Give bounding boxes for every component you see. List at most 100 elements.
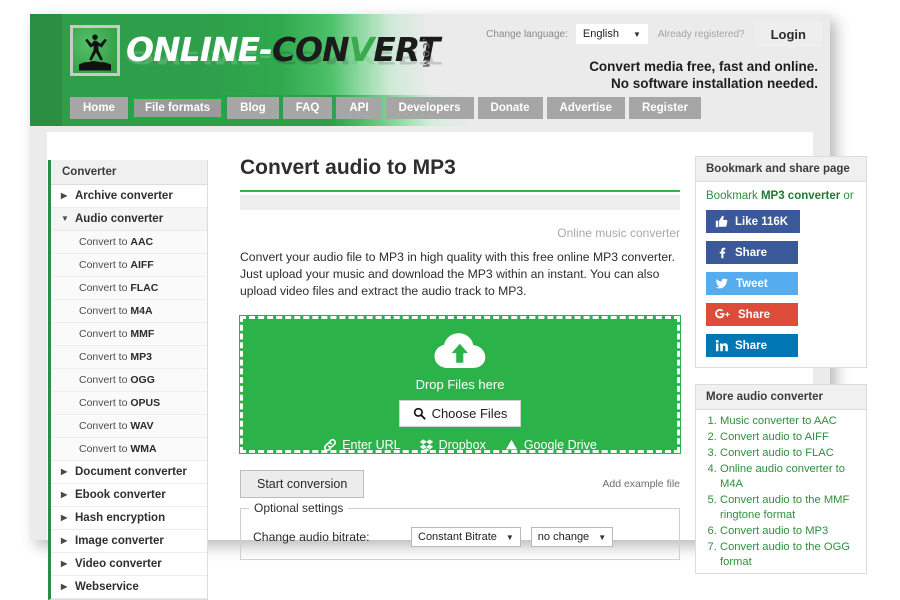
share-sidebar: Bookmark and share page Bookmark MP3 con… <box>695 156 867 574</box>
bitrate-label: Change audio bitrate: <box>253 530 370 544</box>
bookmark-suffix: or <box>840 190 854 202</box>
sidebar-item-format: MP3 <box>130 351 152 363</box>
language-select[interactable]: English ▼ <box>575 24 648 44</box>
social-button-label: Tweet <box>736 277 768 290</box>
sidebar-group-audio-converter[interactable]: ▼ Audio converter <box>51 208 207 231</box>
sidebar-group-ebook-converter[interactable]: ▶ Ebook converter <box>51 484 207 507</box>
start-conversion-row: Start conversion Add example file <box>240 470 680 498</box>
enter-url-label: Enter URL <box>342 438 401 452</box>
social-button-google-plus[interactable]: Share <box>706 303 798 326</box>
social-button-twitter[interactable]: Tweet <box>706 272 798 295</box>
social-button-thumbs-up[interactable]: Like 116K <box>706 210 801 233</box>
chevron-right-icon: ▶ <box>61 490 68 499</box>
sidebar-item-format: AIFF <box>130 259 154 271</box>
more-converter-link[interactable]: Convert audio to MP3 <box>720 524 866 539</box>
header-tagline: Convert media free, fast and online. No … <box>589 58 818 92</box>
more-converter-link[interactable]: Online audio converter to M4A <box>720 462 866 492</box>
sidebar-item-convert-to-aac[interactable]: Convert to AAC <box>51 231 207 254</box>
header-left-accent <box>30 14 62 95</box>
login-button[interactable]: Login <box>754 21 822 47</box>
more-converter-link[interactable]: Convert audio to AIFF <box>720 430 866 445</box>
logo-reflection-v: V <box>348 47 374 69</box>
choose-files-button[interactable]: Choose Files <box>398 400 522 427</box>
sidebar-item-convert-to-ogg[interactable]: Convert to OGG <box>51 369 207 392</box>
chevron-right-icon: ▶ <box>61 559 68 568</box>
sidebar-item-format: OGG <box>130 374 155 386</box>
sidebar-item-prefix: Convert to <box>79 305 131 317</box>
sidebar-item-format: OPUS <box>130 397 161 409</box>
cloud-upload-icon <box>243 332 677 375</box>
sidebar-item-prefix: Convert to <box>79 397 131 409</box>
nav-item-faq[interactable]: FAQ <box>282 97 333 119</box>
sidebar-group-video-converter[interactable]: ▶ Video converter <box>51 553 207 576</box>
sidebar-group-hash-encryption[interactable]: ▶ Hash encryption <box>51 507 207 530</box>
more-converter-link[interactable]: Convert audio to the MMF ringtone format <box>720 493 866 523</box>
more-converter-link[interactable]: Convert audio to the OGG format <box>720 540 866 570</box>
google-drive-icon <box>505 439 517 450</box>
nav-item-register[interactable]: Register <box>628 97 701 119</box>
chevron-right-icon: ▶ <box>61 467 68 476</box>
tagline-line-1: Convert media free, fast and online. <box>589 59 818 74</box>
social-button-label: Like 116K <box>735 215 789 228</box>
nav-item-file-formats[interactable]: File formats <box>131 97 224 119</box>
more-audio-converter-list: Music converter to AACConvert audio to A… <box>696 410 866 573</box>
already-registered-label: Already registered? <box>657 28 745 40</box>
page-subnote: Online music converter <box>557 226 680 240</box>
nav-item-advertise[interactable]: Advertise <box>546 97 625 119</box>
header-utility-row: Change language: English ▼ Already regis… <box>486 21 822 47</box>
main-content: Convert audio to MP3 Online music conver… <box>239 156 681 560</box>
nav-item-donate[interactable]: Donate <box>477 97 543 119</box>
logo-reflection-con: CON <box>271 47 349 69</box>
thumbs-up-icon <box>715 215 728 228</box>
sidebar-item-convert-to-mmf[interactable]: Convert to MMF <box>51 323 207 346</box>
sidebar-group-list: ▶ Archive converter ▼ Audio converter Conver… <box>51 185 207 599</box>
nav-item-home[interactable]: Home <box>70 97 128 119</box>
nav-item-blog[interactable]: Blog <box>227 97 279 119</box>
google-drive-link[interactable]: Google Drive <box>504 438 597 452</box>
more-converter-link[interactable]: Music converter to AAC <box>720 414 866 429</box>
nav-item-developers[interactable]: Developers <box>385 97 474 119</box>
sidebar-group-document-converter[interactable]: ▶ Document converter <box>51 461 207 484</box>
enter-url-link[interactable]: Enter URL <box>323 438 401 452</box>
sidebar-item-convert-to-opus[interactable]: Convert to OPUS <box>51 392 207 415</box>
chevron-right-icon: ▶ <box>61 582 68 591</box>
converter-sidebar: Converter ▶ Archive converter ▼ Audio conve… <box>48 160 208 600</box>
sidebar-group-label: Video converter <box>75 558 162 570</box>
sidebar-item-convert-to-wav[interactable]: Convert to WAV <box>51 415 207 438</box>
file-dropzone[interactable]: Drop Files here Choose Files Enter URL D… <box>239 315 681 454</box>
logo-reflection-ert: ERT <box>373 47 440 69</box>
sidebar-item-convert-to-mp3[interactable]: Convert to MP3 <box>51 346 207 369</box>
social-button-linkedin[interactable]: Share <box>706 334 798 357</box>
page-description: Convert your audio file to MP3 in high q… <box>240 250 675 298</box>
bitrate-mode-select[interactable]: Constant Bitrate ▼ <box>411 527 521 547</box>
sidebar-group-webservice[interactable]: ▶ Webservice <box>51 576 207 599</box>
sidebar-item-convert-to-wma[interactable]: Convert to WMA <box>51 438 207 461</box>
more-converter-link[interactable]: Convert audio to FLAC <box>720 446 866 461</box>
start-conversion-button[interactable]: Start conversion <box>240 470 365 498</box>
sidebar-item-convert-to-flac[interactable]: Convert to FLAC <box>51 277 207 300</box>
linkedin-icon <box>715 339 728 352</box>
social-button-label: Share <box>735 339 767 352</box>
dropbox-link[interactable]: Dropbox <box>419 438 486 452</box>
bookmark-target[interactable]: MP3 converter <box>761 190 840 202</box>
choose-files-label: Choose Files <box>431 406 508 421</box>
sidebar-item-convert-to-aiff[interactable]: Convert to AIFF <box>51 254 207 277</box>
nav-item-api[interactable]: API <box>336 97 382 119</box>
sidebar-item-format: M4A <box>130 305 153 317</box>
search-icon <box>413 407 426 420</box>
sidebar-item-prefix: Convert to <box>79 351 131 363</box>
add-example-file-link[interactable]: Add example file <box>602 478 680 490</box>
sidebar-group-label: Image converter <box>75 535 164 547</box>
sidebar-group-archive-converter[interactable]: ▶ Archive converter <box>51 185 207 208</box>
nav-item-list: Home File formats Blog FAQ API Developers Dona… <box>70 97 701 119</box>
sidebar-item-convert-to-m4a[interactable]: Convert to M4A <box>51 300 207 323</box>
logo-reflection: ONLINE-CONVERT <box>126 47 439 68</box>
bitrate-value-select[interactable]: no change ▼ <box>530 527 614 547</box>
sidebar-group-label: Webservice <box>75 581 139 593</box>
sidebar-group-image-converter[interactable]: ▶ Image converter <box>51 530 207 553</box>
site-logo-mark[interactable] <box>70 25 120 76</box>
sidebar-item-format: WAV <box>130 420 154 432</box>
social-button-facebook[interactable]: Share <box>706 241 798 264</box>
optional-settings-legend: Optional settings <box>249 501 349 515</box>
